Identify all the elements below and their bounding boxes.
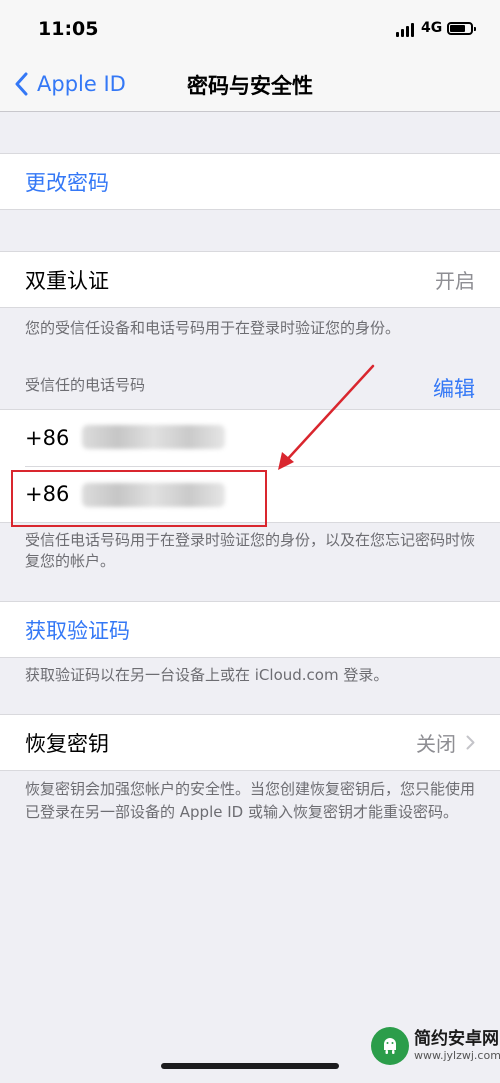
- battery-icon: [447, 22, 476, 35]
- get-code-row[interactable]: 获取验证码: [0, 602, 500, 657]
- redacted-number: [82, 425, 225, 449]
- phone-number: +86: [25, 426, 70, 450]
- recovery-key-value: 关闭: [416, 732, 456, 756]
- back-label: Apple ID: [37, 72, 126, 96]
- two-factor-group: 双重认证 开启: [0, 251, 500, 308]
- watermark: 简约安卓网 www.jylzwj.com: [371, 1027, 500, 1065]
- recovery-key-group: 恢复密钥 关闭: [0, 714, 500, 771]
- chevron-right-icon: [466, 735, 475, 750]
- change-password-row[interactable]: 更改密码: [0, 154, 500, 209]
- recovery-key-row[interactable]: 恢复密钥 关闭: [0, 715, 500, 770]
- status-bar: 11:05 4G: [0, 0, 500, 60]
- watermark-title: 简约安卓网: [414, 1029, 499, 1049]
- phone-footnote: 受信任电话号码用于在登录时验证您的身份，以及在您忘记密码时恢复您的帐户。: [25, 531, 476, 570]
- watermark-url: www.jylzwj.com: [414, 1049, 500, 1062]
- chevron-left-icon: [15, 72, 28, 96]
- recovery-key-footnote: 恢复密钥会加强您帐户的安全性。当您创建恢复密钥后，您只能使用已登录在另一部设备的…: [25, 780, 476, 821]
- android-logo-icon: [371, 1027, 409, 1065]
- two-factor-label: 双重认证: [25, 268, 109, 293]
- recovery-key-label: 恢复密钥: [25, 731, 109, 756]
- network-type: 4G: [421, 20, 443, 36]
- get-code-group: 获取验证码: [0, 601, 500, 658]
- navigation-bar: Apple ID 密码与安全性: [0, 60, 500, 112]
- phone-number-row[interactable]: +86: [0, 410, 500, 466]
- two-factor-row[interactable]: 双重认证 开启: [0, 252, 500, 307]
- two-factor-description: 您的受信任设备和电话号码用于在登录时验证您的身份。: [25, 319, 401, 337]
- get-code-label: 获取验证码: [25, 618, 130, 643]
- status-time: 11:05: [38, 18, 99, 40]
- edit-button[interactable]: 编辑: [433, 373, 475, 403]
- signal-icon: [396, 23, 416, 37]
- two-factor-status: 开启: [435, 269, 475, 293]
- recovery-key-status: 关闭: [416, 728, 475, 757]
- change-password-group: 更改密码: [0, 153, 500, 210]
- home-indicator: [161, 1063, 339, 1069]
- annotation-arrow: [278, 364, 375, 470]
- trusted-numbers-header: 受信任的电话号码: [25, 376, 146, 394]
- get-code-footnote: 获取验证码以在另一台设备上或在 iCloud.com 登录。: [25, 666, 389, 684]
- highlight-box: [11, 470, 267, 527]
- back-button[interactable]: Apple ID: [14, 69, 126, 99]
- change-password-label: 更改密码: [25, 170, 109, 195]
